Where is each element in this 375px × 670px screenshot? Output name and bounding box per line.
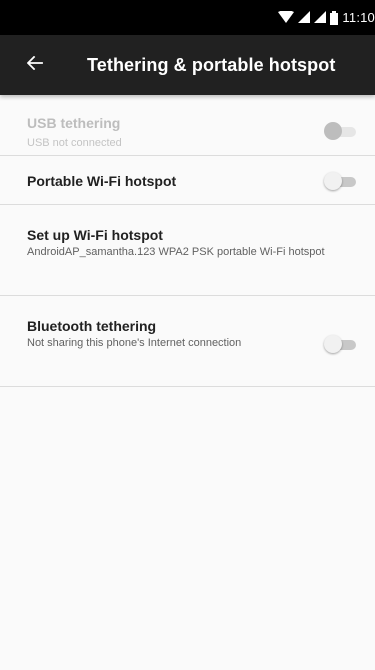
signal-icon <box>298 11 311 24</box>
arrow-back-icon <box>26 55 43 75</box>
status-time: 11:10 <box>342 10 375 25</box>
bluetooth-tethering-switch[interactable] <box>324 335 358 355</box>
status-icons: 11:10 <box>278 0 375 35</box>
status-bar: 11:10 <box>0 0 375 35</box>
switch-thumb <box>324 172 342 190</box>
switch-thumb <box>324 122 342 140</box>
pref-summary: Not sharing this phone's Internet connec… <box>27 337 242 349</box>
portable-wifi-hotspot-switch[interactable] <box>324 172 358 192</box>
usb-tethering-switch[interactable] <box>324 122 358 142</box>
preference-list: USB tethering USB not connected Portable… <box>0 95 375 387</box>
back-button[interactable] <box>22 52 48 78</box>
pref-summary: AndroidAP_samantha.123 WPA2 PSK portable… <box>27 246 325 258</box>
page-title: Tethering & portable hotspot <box>87 55 336 75</box>
battery-icon <box>330 10 339 25</box>
pref-portable-wifi-hotspot[interactable]: Portable Wi-Fi hotspot <box>0 156 375 205</box>
switch-thumb <box>324 335 342 353</box>
pref-bluetooth-tethering[interactable]: Bluetooth tethering Not sharing this pho… <box>0 296 375 387</box>
pref-title: Portable Wi-Fi hotspot <box>27 173 177 189</box>
pref-title: Set up Wi-Fi hotspot <box>27 227 163 243</box>
signal-icon <box>314 11 327 24</box>
pref-summary: USB not connected <box>27 137 122 149</box>
pref-title: USB tethering <box>27 115 121 131</box>
pref-setup-wifi-hotspot[interactable]: Set up Wi-Fi hotspot AndroidAP_samantha.… <box>0 205 375 296</box>
wifi-icon <box>278 11 295 24</box>
pref-title: Bluetooth tethering <box>27 318 157 334</box>
app-bar: Tethering & portable hotspot <box>0 35 375 95</box>
pref-usb-tethering[interactable]: USB tethering USB not connected <box>0 95 375 156</box>
